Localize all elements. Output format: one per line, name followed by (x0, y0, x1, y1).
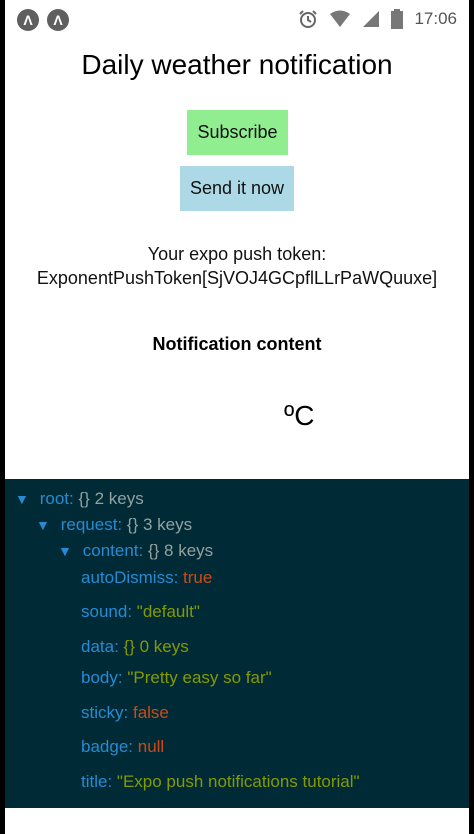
tree-key: content: (82, 541, 144, 560)
json-tree-viewer: ▼ root: {} 2 keys ▼ request: {} 3 keys ▼… (5, 479, 469, 808)
push-token-label: Your expo push token: (147, 244, 327, 264)
tree-node-request[interactable]: ▼ request: {} 3 keys (36, 515, 192, 535)
tree-node-root[interactable]: ▼ root: {} 2 keys (15, 489, 144, 509)
clock-time: 17:06 (414, 9, 457, 28)
tree-value: "default" (136, 602, 200, 621)
tree-leaf-title: title: "Expo push notifications tutorial… (81, 772, 360, 792)
bottom-area (5, 808, 469, 834)
alarm-icon (299, 10, 318, 28)
tree-value: false (132, 703, 169, 722)
expand-arrow-icon[interactable]: ▼ (15, 491, 35, 507)
tree-key: autoDismiss: (81, 568, 179, 587)
tree-value: true (183, 568, 213, 587)
tree-value: "Pretty easy so far" (127, 668, 272, 687)
tree-leaf-badge: badge: null (81, 737, 164, 757)
tree-leaf-data: data: {} 0 keys (81, 637, 189, 657)
tree-key: body: (81, 668, 123, 687)
tree-key: sound: (81, 602, 133, 621)
subscribe-button[interactable]: Subscribe (187, 110, 288, 155)
expand-arrow-icon[interactable]: ▼ (58, 543, 78, 559)
expo-notification-icon: Λ (47, 9, 69, 31)
tree-key: title: (81, 772, 113, 791)
tree-key: request: (60, 515, 123, 534)
tree-leaf-autodismiss: autoDismiss: true (81, 568, 212, 588)
battery-icon (391, 9, 404, 29)
tree-meta: {} 8 keys (147, 541, 214, 560)
status-bar: Λ Λ 17:06 (5, 0, 469, 42)
tree-value: null (137, 737, 165, 756)
notification-content-heading: Notification content (152, 334, 322, 354)
tree-key: root: (39, 489, 74, 508)
tree-key: badge: (81, 737, 133, 756)
page-title: Daily weather notification (81, 49, 393, 80)
expo-notification-icon: Λ (17, 9, 39, 31)
tree-meta: {} 2 keys (78, 489, 144, 508)
tree-value: {} 0 keys (123, 637, 189, 656)
wifi-icon (330, 10, 351, 27)
tree-value: "Expo push notifications tutorial" (116, 772, 360, 791)
expand-arrow-icon[interactable]: ▼ (36, 517, 56, 533)
tree-leaf-body: body: "Pretty easy so far" (81, 668, 272, 688)
tree-leaf-sticky: sticky: false (81, 703, 169, 723)
push-token-value: ExponentPushToken[SjVOJ4GCpflLLrPaWQuuxe… (36, 268, 438, 288)
tree-meta: {} 3 keys (126, 515, 193, 534)
tree-leaf-sound: sound: "default" (81, 602, 200, 622)
tree-key: sticky: (81, 703, 129, 722)
tree-key: data: (81, 637, 119, 656)
cell-signal-icon (363, 11, 380, 27)
send-now-button[interactable]: Send it now (180, 166, 294, 211)
tree-node-content[interactable]: ▼ content: {} 8 keys (58, 541, 213, 561)
app-screen: Λ Λ 17:06 Daily weather notification Sub… (5, 0, 469, 834)
temperature-display: ºC (284, 400, 315, 431)
